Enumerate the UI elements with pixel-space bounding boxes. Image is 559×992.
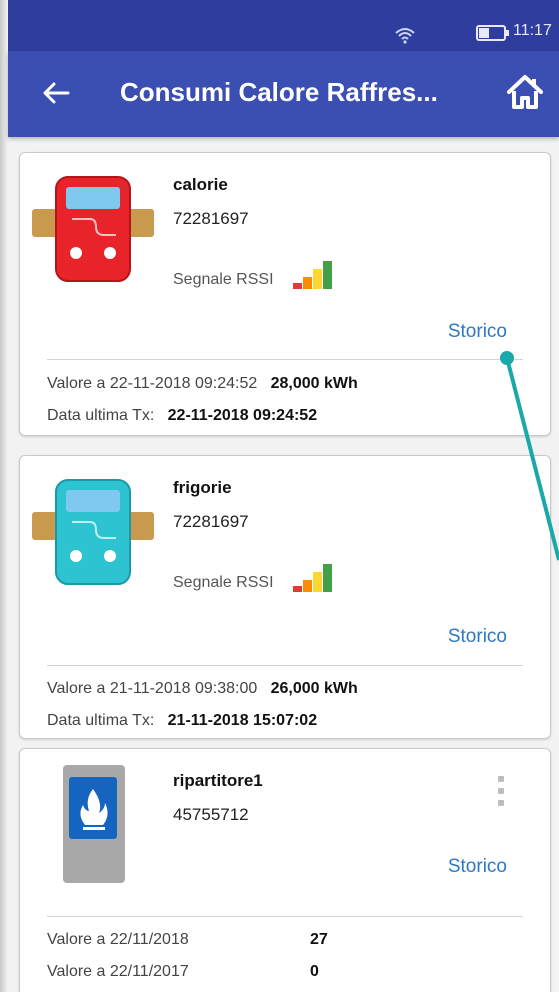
tx-row: Data ultima Tx: 21-11-2018 15:07:02 <box>47 712 317 730</box>
storico-link[interactable]: Storico <box>448 856 507 878</box>
divider <box>47 665 523 666</box>
tx-label: Data ultima Tx: <box>47 407 155 424</box>
status-bar: 11:17 <box>8 0 559 51</box>
page-title: Consumi Calore Raffres... <box>120 77 438 107</box>
tx-row: Data ultima Tx: 22-11-2018 09:24:52 <box>47 407 317 425</box>
storico-link[interactable]: Storico <box>448 626 507 648</box>
battery-icon <box>476 25 509 41</box>
meter-name: ripartitore1 <box>173 771 263 790</box>
meter-serial: 45755712 <box>173 805 249 824</box>
meter-name: calorie <box>173 175 228 194</box>
value-amount: 28,000 kWh <box>270 375 358 392</box>
cool-meter-icon <box>32 479 154 585</box>
home-icon[interactable] <box>506 73 544 111</box>
wifi-icon <box>395 28 415 44</box>
value-label: Valore a 22-11-2018 09:24:52 <box>47 375 258 392</box>
app-bar: Consumi Calore Raffres... <box>8 51 559 137</box>
signal-bars-icon <box>293 564 332 592</box>
status-clock: 11:17 <box>513 22 552 39</box>
reading-value: 0 <box>310 963 319 980</box>
tx-label: Data ultima Tx: <box>47 712 155 729</box>
meter-card-calorie: calorie 72281697 Segnale RSSI Storico Va… <box>19 152 551 436</box>
rssi-label: Segnale RSSI <box>173 271 274 288</box>
signal-bars-icon <box>293 261 332 289</box>
reading-label: Valore a 22/11/2017 <box>47 963 189 980</box>
more-vert-icon[interactable] <box>497 775 505 807</box>
reading-row: Valore a 22/11/2017 0 <box>47 963 319 981</box>
tx-value: 21-11-2018 15:07:02 <box>167 712 318 729</box>
storico-link[interactable]: Storico <box>448 321 507 343</box>
meter-serial: 72281697 <box>173 209 249 228</box>
value-row: Valore a 21-11-2018 09:38:00 26,000 kWh <box>47 680 358 698</box>
rssi-label: Segnale RSSI <box>173 574 274 591</box>
value-amount: 26,000 kWh <box>270 680 358 697</box>
divider <box>47 916 523 917</box>
reading-label: Valore a 22/11/2018 <box>47 931 189 948</box>
divider <box>47 359 523 360</box>
meter-card-frigorie: frigorie 72281697 Segnale RSSI Storico V… <box>19 455 551 739</box>
reading-value: 27 <box>310 931 328 948</box>
meter-serial: 72281697 <box>173 512 249 531</box>
value-row: Valore a 22-11-2018 09:24:52 28,000 kWh <box>47 375 358 393</box>
tx-value: 22-11-2018 09:24:52 <box>167 407 318 424</box>
heat-cost-allocator-icon <box>63 765 125 883</box>
meter-card-ripartitore1: ripartitore1 45755712 Storico Valore a 2… <box>19 748 551 992</box>
value-label: Valore a 21-11-2018 09:38:00 <box>47 680 258 697</box>
window-edge-shadow <box>0 0 8 992</box>
back-arrow-icon[interactable] <box>40 77 72 109</box>
meter-name: frigorie <box>173 478 232 497</box>
reading-row: Valore a 22/11/2018 27 <box>47 931 328 949</box>
heat-meter-icon <box>32 176 154 282</box>
